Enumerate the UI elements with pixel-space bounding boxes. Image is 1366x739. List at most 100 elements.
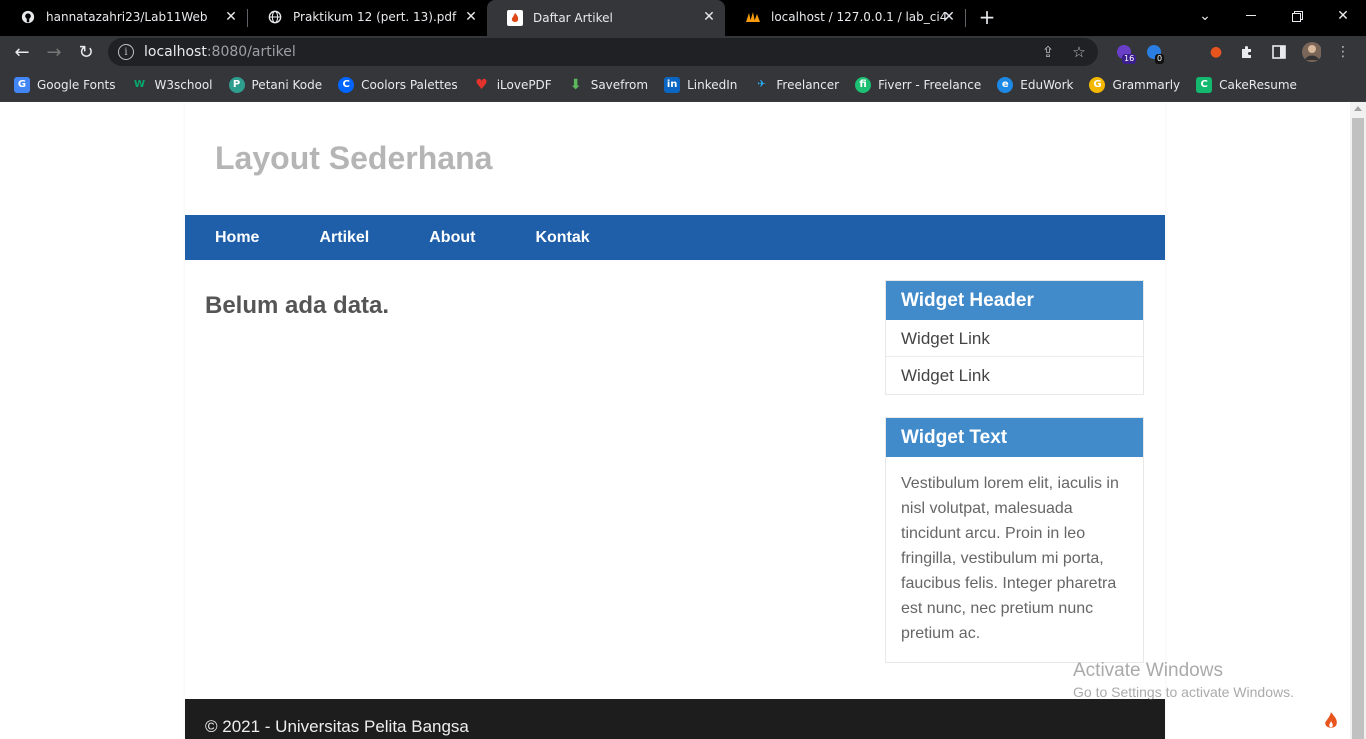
widget-text: Widget Text Vestibulum lorem elit, iacul… bbox=[885, 417, 1144, 663]
nav-kontak[interactable]: Kontak bbox=[505, 229, 619, 247]
nav-about[interactable]: About bbox=[399, 229, 505, 247]
bookmark-google-fonts[interactable]: G Google Fonts bbox=[14, 76, 116, 93]
site-footer: © 2021 - Universitas Pelita Bangsa bbox=[185, 699, 1165, 739]
tab-title: hannatazahri23/Lab11Web bbox=[46, 10, 208, 24]
close-tab-icon[interactable]: ✕ bbox=[223, 9, 239, 25]
close-tab-icon[interactable]: ✕ bbox=[941, 9, 957, 25]
sidebar: Widget Header Widget Link Widget Link Wi… bbox=[885, 280, 1144, 685]
address-bar[interactable]: i localhost:8080/artikel ⇪ ☆ bbox=[108, 38, 1098, 66]
bookmark-label: Coolors Palettes bbox=[361, 77, 458, 92]
reload-icon[interactable]: ↻ bbox=[74, 40, 98, 64]
bookmark-label: Petani Kode bbox=[251, 77, 323, 92]
menu-kebab-icon[interactable]: ⋮ bbox=[1333, 42, 1353, 62]
info-icon[interactable]: i bbox=[118, 44, 134, 60]
forward-arrow-icon[interactable]: → bbox=[42, 40, 66, 64]
new-tab-button[interactable]: + bbox=[976, 6, 998, 28]
extension-icon[interactable]: ● bbox=[1206, 42, 1226, 62]
widget-link[interactable]: Widget Link bbox=[886, 320, 1143, 357]
bookmark-label: W3school bbox=[154, 77, 213, 92]
tab-title: Daftar Artikel bbox=[533, 11, 613, 25]
extension-badge: 16 bbox=[1122, 54, 1137, 64]
bookmark-label: EduWork bbox=[1020, 77, 1074, 92]
linkedin-icon: in bbox=[664, 76, 681, 93]
bookmark-label: Savefrom bbox=[590, 77, 649, 92]
url-path: :8080/artikel bbox=[206, 44, 296, 60]
bookmark-coolors[interactable]: C Coolors Palettes bbox=[338, 76, 458, 93]
bookmark-petani-kode[interactable]: P Petani Kode bbox=[228, 76, 323, 93]
globe-icon bbox=[267, 9, 283, 25]
tab-title: Praktikum 12 (pert. 13).pdf bbox=[293, 10, 457, 24]
bookmark-ilovepdf[interactable]: ♥ iLovePDF bbox=[474, 76, 551, 93]
grammarly-icon: G bbox=[1089, 76, 1106, 93]
tab-search-chevron-icon[interactable]: ⌄ bbox=[1182, 0, 1228, 32]
freelancer-icon: ✈ bbox=[757, 79, 766, 90]
browser-chrome: hannatazahri23/Lab11Web ✕ Praktikum 12 (… bbox=[0, 0, 1366, 102]
nav-home[interactable]: Home bbox=[185, 229, 289, 247]
tab-daftar-artikel[interactable]: Daftar Artikel ✕ bbox=[487, 0, 725, 36]
scroll-up-arrow-icon[interactable] bbox=[1354, 106, 1362, 111]
web-page: Layout Sederhana Home Artikel About Kont… bbox=[0, 102, 1350, 739]
profile-avatar[interactable] bbox=[1301, 42, 1321, 62]
widget-links: Widget Header Widget Link Widget Link bbox=[885, 280, 1144, 395]
bookmark-savefrom[interactable]: ⬇ Savefrom bbox=[568, 77, 648, 93]
widget-header: Widget Header bbox=[886, 281, 1143, 320]
tab-title: localhost / 127.0.0.1 / lab_ci4 / ar bbox=[771, 10, 951, 24]
bookmark-label: CakeResume bbox=[1219, 77, 1297, 92]
browser-toolbar: ← → ↻ i localhost:8080/artikel ⇪ ☆ 16 0 … bbox=[0, 36, 1366, 68]
bookmark-label: LinkedIn bbox=[687, 77, 738, 92]
bookmark-eduwork[interactable]: e EduWork bbox=[997, 76, 1074, 93]
widget-link[interactable]: Widget Link bbox=[886, 357, 1143, 394]
tab-github[interactable]: hannatazahri23/Lab11Web ✕ bbox=[0, 0, 247, 34]
bookmark-label: Fiverr - Freelance bbox=[878, 77, 982, 92]
site-title: Layout Sederhana bbox=[215, 140, 493, 176]
extension-icon[interactable]: 16 bbox=[1114, 42, 1137, 64]
eduwork-icon: e bbox=[997, 76, 1014, 93]
bookmark-w3school[interactable]: W W3school bbox=[132, 77, 213, 93]
savefrom-icon: ⬇ bbox=[569, 76, 582, 93]
puzzle-icon[interactable] bbox=[1237, 42, 1257, 62]
close-window-button[interactable]: ✕ bbox=[1320, 0, 1366, 32]
bookmark-cakeresume[interactable]: C CakeResume bbox=[1196, 76, 1297, 93]
activate-windows-watermark: Activate Windows Go to Settings to activ… bbox=[1073, 660, 1294, 700]
tab-strip: hannatazahri23/Lab11Web ✕ Praktikum 12 (… bbox=[0, 0, 1366, 36]
empty-data-message: Belum ada data. bbox=[205, 292, 390, 319]
side-panel-icon[interactable] bbox=[1269, 42, 1289, 62]
extension-icon[interactable]: 0 bbox=[1144, 42, 1165, 64]
bookmark-linkedin[interactable]: in LinkedIn bbox=[664, 76, 738, 93]
extension-badge: 0 bbox=[1155, 54, 1165, 64]
watermark-title: Activate Windows bbox=[1073, 660, 1223, 681]
site-header: Layout Sederhana bbox=[185, 102, 1165, 215]
codeigniter-debug-toolbar-icon[interactable] bbox=[1313, 703, 1349, 739]
close-tab-icon[interactable]: ✕ bbox=[463, 9, 479, 25]
bookmark-label: Grammarly bbox=[1112, 77, 1181, 92]
share-icon[interactable]: ⇪ bbox=[1038, 42, 1058, 62]
tab-pdf[interactable]: Praktikum 12 (pert. 13).pdf ✕ bbox=[247, 0, 487, 34]
watermark-subtitle: Go to Settings to activate Windows. bbox=[1073, 684, 1294, 700]
page-scrollbar[interactable] bbox=[1350, 102, 1366, 739]
main-nav: Home Artikel About Kontak bbox=[185, 215, 1165, 260]
w3school-icon: W bbox=[134, 79, 146, 90]
bookmark-freelancer[interactable]: ✈ Freelancer bbox=[753, 77, 839, 93]
bookmarks-bar: G Google Fonts W W3school P Petani Kode C Co… bbox=[0, 68, 1366, 102]
url-host: localhost bbox=[144, 44, 207, 60]
minimize-button[interactable] bbox=[1228, 0, 1274, 32]
restore-button[interactable] bbox=[1274, 0, 1320, 32]
widget-header: Widget Text bbox=[886, 418, 1143, 457]
bookmark-label: Google Fonts bbox=[37, 77, 116, 92]
tab-phpmyadmin[interactable]: localhost / 127.0.0.1 / lab_ci4 / ar ✕ bbox=[725, 0, 965, 34]
bookmark-fiverr[interactable]: fi Fiverr - Freelance bbox=[855, 76, 982, 93]
scrollbar-thumb[interactable] bbox=[1352, 118, 1364, 739]
url-text[interactable]: localhost:8080/artikel bbox=[144, 44, 296, 60]
tab-separator bbox=[965, 9, 966, 27]
fiverr-icon: fi bbox=[855, 76, 872, 93]
close-tab-icon[interactable]: ✕ bbox=[701, 9, 717, 25]
bookmark-grammarly[interactable]: G Grammarly bbox=[1089, 76, 1181, 93]
github-icon bbox=[20, 9, 36, 25]
bookmark-label: Freelancer bbox=[776, 77, 840, 92]
ilovepdf-icon: ♥ bbox=[475, 76, 488, 93]
petani-kode-icon: P bbox=[228, 76, 245, 93]
bookmark-star-icon[interactable]: ☆ bbox=[1069, 42, 1089, 62]
back-arrow-icon[interactable]: ← bbox=[10, 40, 34, 64]
nav-artikel[interactable]: Artikel bbox=[289, 229, 399, 247]
phpmyadmin-icon bbox=[745, 9, 761, 25]
